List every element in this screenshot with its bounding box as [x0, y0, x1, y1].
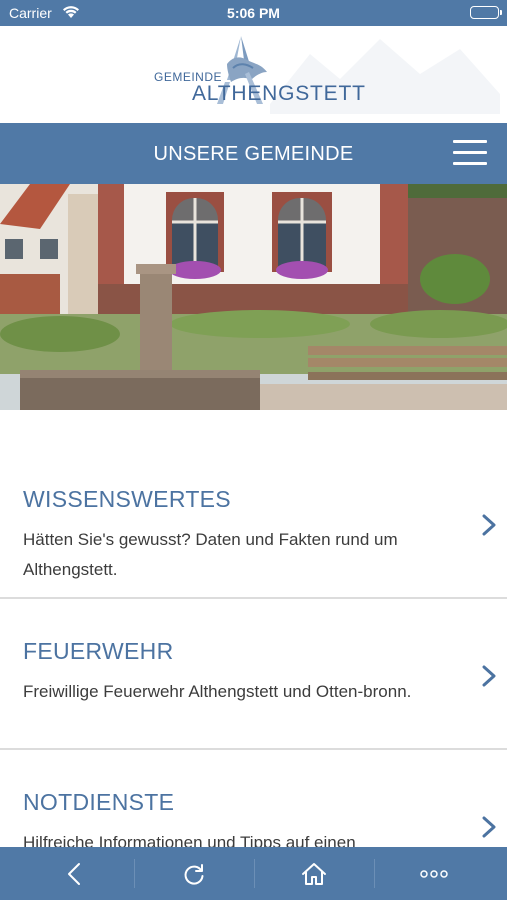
chevron-right-icon[interactable] [481, 665, 497, 687]
hero-image [0, 184, 507, 410]
list-item-title: FEUERWEHR [23, 638, 174, 664]
bottom-toolbar [0, 847, 507, 900]
chevron-right-icon[interactable] [481, 514, 497, 536]
home-icon[interactable] [254, 847, 374, 900]
list-item-description: Hätten Sie's gewusst? Daten und Fakten r… [23, 530, 398, 579]
clock: 5:06 PM [227, 5, 280, 21]
list-item-description: Freiwillige Feuerwehr Althengstett und O… [23, 682, 412, 701]
divider [0, 748, 507, 750]
page-title: UNSERE GEMEINDE [153, 143, 354, 165]
list-item-title: WISSENSWERTES [23, 486, 231, 512]
back-icon[interactable] [14, 847, 134, 900]
divider [0, 597, 507, 599]
more-icon[interactable] [374, 847, 494, 900]
status-bar: Carrier 5:06 PM [0, 0, 507, 26]
list-item-title: NOTDIENSTE [23, 789, 175, 815]
reload-icon[interactable] [134, 847, 254, 900]
nav-bar: UNSERE GEMEINDE [0, 123, 507, 184]
logo-header: GEMEINDE ALTHENGSTETT [0, 26, 507, 123]
hamburger-menu-icon[interactable] [453, 140, 489, 168]
list-item[interactable]: FEUERWEHR Freiwillige Feuerwehr Althengs… [0, 638, 507, 788]
logo-town-text: ALTHENGSTETT [192, 82, 366, 105]
chevron-right-icon[interactable] [481, 816, 497, 838]
list-item[interactable]: WISSENSWERTES Hätten Sie's gewusst? Date… [0, 486, 507, 636]
battery-icon [470, 6, 502, 19]
